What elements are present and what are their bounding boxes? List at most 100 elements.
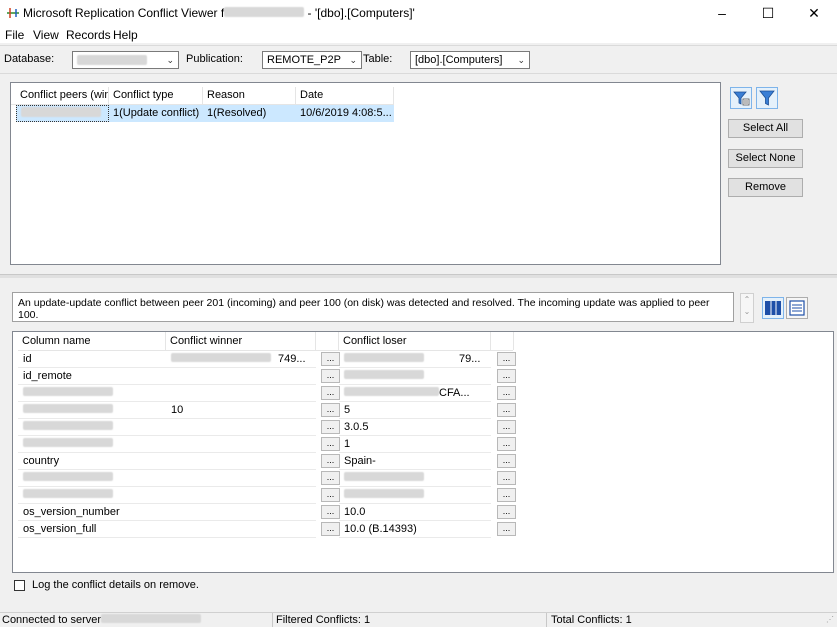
header-reason[interactable]: Reason [203, 87, 296, 104]
edit-loser-button[interactable]: ... [497, 454, 516, 468]
select-all-button[interactable]: Select All [728, 119, 803, 138]
loser-value-tail: 79... [459, 353, 481, 365]
edit-loser-button[interactable]: ... [497, 403, 516, 417]
columns-icon [765, 301, 781, 315]
status-connected-text: Connected to server [2, 614, 102, 626]
edit-winner-button[interactable]: ... [321, 386, 340, 400]
redacted-value [344, 353, 424, 362]
winner-value-cell [166, 470, 316, 487]
redacted-value [23, 404, 113, 413]
chevron-down-icon: ⌄ [166, 55, 174, 65]
loser-value-cell-text: 10.0 (B.14393) [344, 523, 417, 535]
redacted-value [23, 438, 113, 447]
reason-cell: 1(Resolved) [207, 107, 267, 119]
pane-splitter[interactable] [0, 274, 837, 278]
column-view-button[interactable] [762, 297, 784, 319]
log-details-checkbox[interactable] [14, 580, 25, 591]
table-select[interactable]: [dbo].[Computers] ⌄ [410, 51, 530, 69]
edit-winner-button[interactable]: ... [321, 352, 340, 366]
menu-records[interactable]: Records [66, 28, 111, 42]
resize-grip-icon[interactable]: ⋰ [826, 615, 834, 624]
conflict-list[interactable]: Conflict peers (win... Conflict type Rea… [10, 82, 721, 265]
loser-value-cell [339, 470, 491, 487]
menu-file[interactable]: File [5, 28, 24, 42]
filter-button[interactable] [756, 87, 778, 109]
minimize-button[interactable]: – [700, 0, 744, 26]
conflict-detail-grid[interactable]: Column name Conflict winner Conflict los… [12, 331, 834, 573]
column-name-cell: id [18, 351, 166, 368]
edit-winner-button[interactable]: ... [321, 471, 340, 485]
select-none-button[interactable]: Select None [728, 149, 803, 168]
winner-value-tail: 749... [278, 353, 306, 365]
column-name-cell [18, 402, 166, 419]
edit-winner-button[interactable]: ... [321, 437, 340, 451]
conflict-description: An update-update conflict between peer 2… [12, 292, 734, 322]
replication-app-icon [7, 8, 19, 18]
conflict-type-cell: 1(Update conflict) [113, 107, 200, 119]
redacted-value [23, 387, 113, 396]
close-button[interactable]: ✕ [792, 0, 836, 26]
maximize-button[interactable]: ☐ [746, 0, 790, 26]
loser-value-cell: 10.0 [339, 504, 491, 521]
edit-loser-button[interactable]: ... [497, 522, 516, 536]
header-conflict-type[interactable]: Conflict type [109, 87, 203, 104]
edit-winner-button[interactable]: ... [321, 488, 340, 502]
status-filtered-conflicts: Filtered Conflicts: 1 [276, 614, 371, 626]
row-view-button[interactable] [786, 297, 808, 319]
winner-value-cell [166, 504, 316, 521]
edit-loser-button[interactable]: ... [497, 471, 516, 485]
edit-winner-button[interactable]: ... [321, 505, 340, 519]
edit-loser-button[interactable]: ... [497, 352, 516, 366]
window-title-text: Microsoft Replication Conflict Viewer f [23, 6, 225, 20]
edit-winner-button[interactable]: ... [321, 454, 340, 468]
filter-options-button[interactable] [730, 87, 752, 109]
scroll-down-icon: ⌄ [743, 307, 751, 316]
header-conflict-loser[interactable]: Conflict loser [339, 332, 491, 350]
loser-value-cell-text: Spain- [344, 455, 376, 467]
winner-value-cell [166, 385, 316, 402]
log-details-label: Log the conflict details on remove. [32, 579, 199, 591]
column-name-cell-text: os_version_number [23, 506, 120, 518]
redacted-peers [21, 107, 101, 117]
header-conflict-peers[interactable]: Conflict peers (win... [16, 87, 109, 104]
redacted-value [171, 353, 271, 362]
loser-value-cell-text: 10.0 [344, 506, 366, 518]
column-name-cell [18, 487, 166, 504]
redacted-value [344, 370, 424, 379]
date-cell: 10/6/2019 4:08:5... [300, 107, 392, 119]
redacted-value [23, 421, 113, 430]
menu-view[interactable]: View [33, 28, 59, 42]
redacted-server-name [224, 7, 305, 17]
edit-loser-button[interactable]: ... [497, 437, 516, 451]
rows-icon [789, 300, 805, 316]
edit-winner-button[interactable]: ... [321, 369, 340, 383]
header-column-name[interactable]: Column name [18, 332, 166, 350]
remove-button[interactable]: Remove [728, 178, 803, 197]
edit-loser-button[interactable]: ... [497, 369, 516, 383]
column-name-cell: country [18, 453, 166, 470]
conflict-row[interactable]: 1(Update conflict) 1(Resolved) 10/6/2019… [16, 105, 394, 122]
database-select[interactable]: ⌄ [72, 51, 179, 69]
header-date[interactable]: Date [296, 87, 394, 104]
header-conflict-winner[interactable]: Conflict winner [166, 332, 316, 350]
loser-value-cell-text: 3.0.5 [344, 421, 369, 433]
edit-loser-button[interactable]: ... [497, 488, 516, 502]
winner-value-cell-text: 10 [171, 404, 184, 416]
publication-select[interactable]: REMOTE_P2P ⌄ [262, 51, 362, 69]
edit-loser-button[interactable]: ... [497, 386, 516, 400]
edit-loser-button[interactable]: ... [497, 420, 516, 434]
header-winner-edit [316, 332, 339, 350]
column-name-cell: os_version_number [18, 504, 166, 521]
edit-winner-button[interactable]: ... [321, 420, 340, 434]
loser-value-cell [339, 487, 491, 504]
edit-winner-button[interactable]: ... [321, 522, 340, 536]
edit-loser-button[interactable]: ... [497, 505, 516, 519]
redacted-value [23, 472, 113, 481]
edit-winner-button[interactable]: ... [321, 403, 340, 417]
loser-value-cell: CFA... [339, 385, 491, 402]
redacted-server [101, 614, 202, 623]
description-scrollbar[interactable]: ⌃ ⌄ [740, 293, 754, 323]
winner-value-cell [166, 487, 316, 504]
menu-help[interactable]: Help [113, 28, 138, 42]
column-name-cell-text: id_remote [23, 370, 72, 382]
